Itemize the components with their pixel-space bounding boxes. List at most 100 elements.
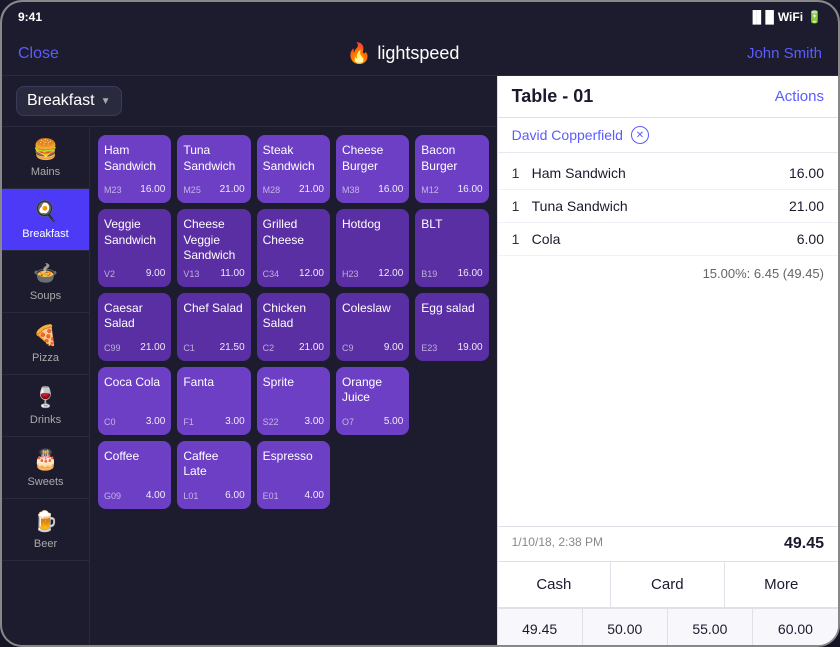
- user-name[interactable]: John Smith: [747, 45, 822, 62]
- table-header: Table - 01 Actions: [498, 76, 838, 118]
- item-name: Steak Sandwich: [263, 143, 324, 180]
- item-name: Grilled Cheese: [263, 217, 324, 264]
- item-price: 5.00: [384, 416, 403, 427]
- item-footer: V2 9.00: [104, 268, 165, 279]
- item-name: Caesar Salad: [104, 301, 165, 338]
- menu-item[interactable]: BLT B19 16.00: [415, 209, 488, 287]
- order-qty: 1: [512, 198, 532, 214]
- tax-line: 15.00%: 6.45 (49.45): [498, 260, 838, 291]
- item-name: Espresso: [263, 449, 324, 486]
- item-name: Cheese Burger: [342, 143, 403, 180]
- quick-amount-amt3[interactable]: 55.00: [668, 608, 753, 647]
- item-footer: C0 3.00: [104, 416, 165, 427]
- more-button[interactable]: More: [725, 562, 838, 607]
- item-name: Hotdog: [342, 217, 403, 264]
- menu-item[interactable]: Sprite S22 3.00: [257, 367, 330, 435]
- menu-item[interactable]: Coca Cola C0 3.00: [98, 367, 171, 435]
- menu-item[interactable]: Chef Salad C1 21.50: [177, 293, 250, 361]
- main-content: Breakfast ▼ 🍔 Mains 🍳 Breakfast 🍲 Soups …: [2, 76, 838, 647]
- mains-icon: 🍔: [33, 137, 58, 162]
- item-footer: G09 4.00: [104, 490, 165, 501]
- item-code: C0: [104, 417, 116, 427]
- item-name: Chef Salad: [183, 301, 244, 338]
- sidebar-item-soups[interactable]: 🍲 Soups: [2, 251, 89, 313]
- customer-name[interactable]: David Copperfield: [512, 127, 623, 143]
- item-price: 19.00: [458, 342, 483, 353]
- item-name: Sprite: [263, 375, 324, 412]
- quick-amount-amt2[interactable]: 50.00: [583, 608, 668, 647]
- sidebar-item-breakfast[interactable]: 🍳 Breakfast: [2, 189, 89, 251]
- order-item-row[interactable]: 1 Cola 6.00: [498, 223, 838, 256]
- menu-item[interactable]: Egg salad E23 19.00: [415, 293, 488, 361]
- menu-item[interactable]: Hotdog H23 12.00: [336, 209, 409, 287]
- item-price: 16.00: [140, 184, 165, 195]
- order-qty: 1: [512, 165, 532, 181]
- remove-customer-button[interactable]: ✕: [631, 126, 649, 144]
- order-item-row[interactable]: 1 Tuna Sandwich 21.00: [498, 190, 838, 223]
- item-footer: M12 16.00: [421, 184, 482, 195]
- sidebar-item-beer[interactable]: 🍺 Beer: [2, 499, 89, 561]
- order-total-row: 1/10/18, 2:38 PM 49.45: [498, 527, 838, 562]
- menu-item[interactable]: Cheese Burger M38 16.00: [336, 135, 409, 203]
- sidebar-item-pizza[interactable]: 🍕 Pizza: [2, 313, 89, 375]
- sidebar-label-soups: Soups: [30, 290, 61, 302]
- item-price: 21.50: [220, 342, 245, 353]
- sidebar-item-sweets[interactable]: 🎂 Sweets: [2, 437, 89, 499]
- menu-item[interactable]: Cheese Veggie Sandwich V13 11.00: [177, 209, 250, 287]
- status-time: 9:41: [18, 10, 42, 24]
- menu-item[interactable]: Caesar Salad C99 21.00: [98, 293, 171, 361]
- menu-body: 🍔 Mains 🍳 Breakfast 🍲 Soups 🍕 Pizza 🍷 Dr…: [2, 127, 497, 647]
- chevron-down-icon: ▼: [101, 96, 111, 107]
- device-frame: 9:41 ▐▌█ WiFi 🔋 Close 🔥 lightspeed John …: [0, 0, 840, 647]
- sidebar-categories: 🍔 Mains 🍳 Breakfast 🍲 Soups 🍕 Pizza 🍷 Dr…: [2, 127, 90, 647]
- sidebar-label-mains: Mains: [31, 166, 60, 178]
- quick-amounts: 49.4550.0055.0060.00: [498, 608, 838, 647]
- quick-amount-amt4[interactable]: 60.00: [753, 608, 838, 647]
- cash-button[interactable]: Cash: [498, 562, 611, 607]
- menu-item[interactable]: Espresso E01 4.00: [257, 441, 330, 509]
- item-code: M23: [104, 185, 122, 195]
- quick-amount-amt1[interactable]: 49.45: [498, 608, 583, 647]
- item-name: Coca Cola: [104, 375, 165, 412]
- beer-icon: 🍺: [33, 509, 58, 534]
- item-name: Caffee Late: [183, 449, 244, 486]
- item-footer: B19 16.00: [421, 268, 482, 279]
- close-button[interactable]: Close: [18, 45, 59, 63]
- menu-item[interactable]: Chicken Salad C2 21.00: [257, 293, 330, 361]
- sidebar-label-drinks: Drinks: [30, 414, 61, 426]
- menu-item[interactable]: Caffee Late L01 6.00: [177, 441, 250, 509]
- menu-item[interactable]: Steak Sandwich M28 21.00: [257, 135, 330, 203]
- menu-item[interactable]: Coleslaw C9 9.00: [336, 293, 409, 361]
- item-price: 3.00: [146, 416, 165, 427]
- item-name: Orange Juice: [342, 375, 403, 412]
- order-date: 1/10/18, 2:38 PM: [512, 535, 603, 553]
- item-footer: C9 9.00: [342, 342, 403, 353]
- category-label: Breakfast: [27, 92, 95, 110]
- order-item-row[interactable]: 1 Ham Sandwich 16.00: [498, 157, 838, 190]
- category-dropdown[interactable]: Breakfast ▼: [16, 86, 122, 116]
- menu-item[interactable]: Grilled Cheese C34 12.00: [257, 209, 330, 287]
- item-price: 3.00: [305, 416, 324, 427]
- item-code: S22: [263, 417, 279, 427]
- item-code: G09: [104, 491, 121, 501]
- status-icons: ▐▌█ WiFi 🔋: [748, 10, 822, 24]
- item-price: 21.00: [140, 342, 165, 353]
- app-name: lightspeed: [377, 43, 459, 64]
- menu-item[interactable]: Bacon Burger M12 16.00: [415, 135, 488, 203]
- menu-grid: Ham Sandwich M23 16.00 Tuna Sandwich M25…: [90, 127, 497, 647]
- menu-item[interactable]: Ham Sandwich M23 16.00: [98, 135, 171, 203]
- sidebar-item-drinks[interactable]: 🍷 Drinks: [2, 375, 89, 437]
- item-code: M25: [183, 185, 201, 195]
- menu-item[interactable]: Fanta F1 3.00: [177, 367, 250, 435]
- status-bar: 9:41 ▐▌█ WiFi 🔋: [2, 2, 838, 32]
- menu-item[interactable]: Orange Juice O7 5.00: [336, 367, 409, 435]
- menu-item[interactable]: Tuna Sandwich M25 21.00: [177, 135, 250, 203]
- menu-item[interactable]: Coffee G09 4.00: [98, 441, 171, 509]
- sidebar-item-mains[interactable]: 🍔 Mains: [2, 127, 89, 189]
- item-name: Coleslaw: [342, 301, 403, 338]
- menu-item[interactable]: Veggie Sandwich V2 9.00: [98, 209, 171, 287]
- actions-button[interactable]: Actions: [775, 88, 824, 105]
- item-footer: S22 3.00: [263, 416, 324, 427]
- item-code: C34: [263, 269, 280, 279]
- card-button[interactable]: Card: [611, 562, 724, 607]
